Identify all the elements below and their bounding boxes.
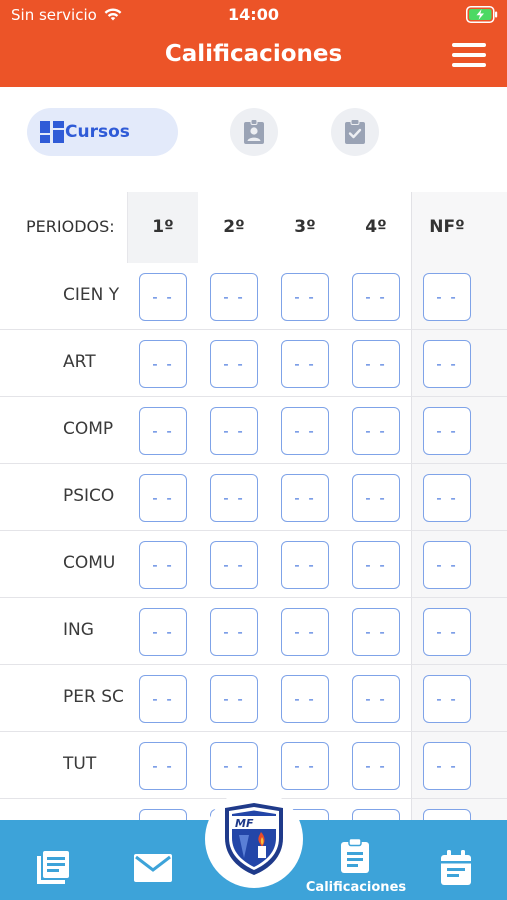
grade-cell[interactable]: - - (281, 474, 329, 522)
subject-name: PER SC (63, 687, 123, 707)
calendar-icon[interactable] (440, 850, 472, 886)
school-shield-icon: MF (225, 803, 283, 875)
final-grade-cell[interactable]: - - (423, 474, 471, 522)
grade-cell[interactable]: - - (281, 407, 329, 455)
subject-name: TUT (63, 754, 97, 774)
clipboard-check-icon (345, 119, 365, 144)
subject-name: COMP (63, 419, 114, 439)
grade-cell[interactable] (352, 809, 400, 820)
attendance-tab[interactable] (331, 108, 379, 156)
periods-label: PERIODOS: (26, 217, 115, 236)
final-grade-cell[interactable]: - - (423, 340, 471, 388)
period-header-2[interactable]: 2º (210, 217, 258, 237)
grade-cell[interactable]: - - (352, 608, 400, 656)
grade-cell[interactable]: - - (352, 273, 400, 321)
clock: 14:00 (228, 5, 279, 24)
grade-cell[interactable]: - - (210, 608, 258, 656)
table-row: COMP - - - - - - - - - - (0, 397, 507, 464)
grade-cell[interactable]: - - (210, 474, 258, 522)
final-grade-cell[interactable]: - - (423, 742, 471, 790)
final-grade-cell[interactable]: - - (423, 407, 471, 455)
table-row: TUT - - - - - - - - - - (0, 732, 507, 799)
grade-cell[interactable]: - - (210, 541, 258, 589)
menu-icon[interactable] (452, 43, 486, 69)
period-header-3[interactable]: 3º (281, 217, 329, 237)
period-header-4[interactable]: 4º (352, 217, 400, 237)
grade-cell[interactable]: - - (210, 675, 258, 723)
final-grade-cell[interactable]: - - (423, 541, 471, 589)
grade-cell[interactable]: - - (281, 273, 329, 321)
mail-icon[interactable] (133, 852, 173, 884)
courses-tab-label: Cursos (65, 122, 130, 142)
final-period-header[interactable]: NFº (423, 217, 471, 237)
table-row: PSICO - - - - - - - - - - (0, 464, 507, 531)
period-header-1[interactable]: 1º (139, 217, 187, 237)
grade-cell[interactable]: - - (281, 608, 329, 656)
grade-cell[interactable]: - - (139, 608, 187, 656)
table-row: ART - - - - - - - - - - (0, 330, 507, 397)
grade-cell[interactable]: - - (281, 541, 329, 589)
grade-cell[interactable]: - - (139, 474, 187, 522)
grade-cell[interactable]: - - (139, 273, 187, 321)
grade-cell[interactable]: - - (281, 742, 329, 790)
subject-name: ING (63, 620, 94, 640)
table-row: COMU - - - - - - - - - - (0, 531, 507, 598)
grade-cell[interactable]: - - (281, 340, 329, 388)
id-badge-icon (244, 119, 264, 144)
news-icon[interactable] (35, 850, 71, 886)
logo-lettering: MF (235, 817, 254, 830)
clipboard-icon[interactable] (339, 838, 371, 874)
grade-cell[interactable]: - - (352, 474, 400, 522)
grade-cell[interactable]: - - (139, 541, 187, 589)
grade-cell[interactable]: - - (352, 340, 400, 388)
grade-cell[interactable]: - - (210, 273, 258, 321)
table-row: ING - - - - - - - - - - (0, 598, 507, 665)
final-grade-cell[interactable]: - - (423, 675, 471, 723)
grade-cell[interactable]: - - (210, 407, 258, 455)
page-title: Calificaciones (164, 41, 343, 67)
subject-name: PSICO (63, 486, 115, 506)
teacher-tab[interactable] (230, 108, 278, 156)
grade-cell[interactable] (139, 809, 187, 820)
subject-name: ART (63, 352, 96, 372)
grade-cell[interactable]: - - (210, 340, 258, 388)
dashboard-icon (40, 121, 64, 143)
grade-cell[interactable]: - - (139, 742, 187, 790)
grades-table: PERIODOS: 1º 2º 3º 4º NFº CIEN Y - - - -… (0, 192, 507, 820)
app-header: Sin servicio 14:00 Calificaciones (0, 0, 507, 87)
grade-cell[interactable]: - - (139, 675, 187, 723)
status-bar: Sin servicio 14:00 (0, 0, 507, 30)
table-row: PER SC - - - - - - - - - - (0, 665, 507, 732)
school-logo-button[interactable]: MF (205, 790, 303, 888)
table-row: CIEN Y - - - - - - - - - - (0, 263, 507, 330)
final-grade-cell[interactable]: - - (423, 273, 471, 321)
nav-label-grades[interactable]: Calificaciones (300, 880, 412, 895)
grade-cell[interactable]: - - (210, 742, 258, 790)
final-grade-cell[interactable] (423, 809, 471, 820)
subject-name: COMU (63, 553, 116, 573)
view-selector: Cursos (0, 87, 507, 192)
final-grade-cell[interactable]: - - (423, 608, 471, 656)
grade-cell[interactable]: - - (352, 742, 400, 790)
grade-cell[interactable]: - - (352, 407, 400, 455)
grade-cell[interactable]: - - (352, 675, 400, 723)
courses-tab[interactable]: Cursos (27, 108, 178, 156)
grade-cell[interactable]: - - (281, 675, 329, 723)
grade-cell[interactable]: - - (139, 407, 187, 455)
grade-cell[interactable]: - - (139, 340, 187, 388)
header-divider (127, 192, 128, 263)
grade-cell[interactable]: - - (352, 541, 400, 589)
battery-icon (466, 6, 498, 23)
subject-name: CIEN Y (63, 285, 120, 305)
